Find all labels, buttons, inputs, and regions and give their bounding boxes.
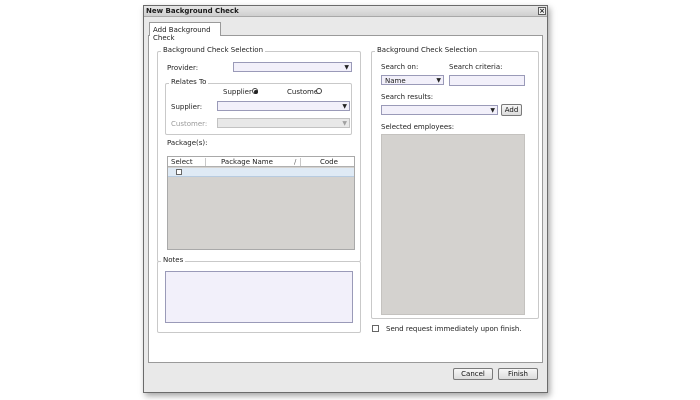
row-select-checkbox[interactable]	[176, 169, 182, 175]
notes-textarea[interactable]	[165, 271, 353, 323]
search-results-dropdown[interactable]: ▼	[381, 105, 498, 115]
chevron-down-icon: ▼	[342, 120, 347, 127]
supplier-option-label: Supplier	[223, 88, 252, 96]
tab-add-background-check[interactable]: Add Background Check	[149, 22, 221, 42]
packages-table: Select Package Name / Code	[167, 156, 355, 250]
supplier-dropdown[interactable]: ▼	[217, 101, 350, 111]
selected-employees-label: Selected employees:	[381, 123, 455, 131]
table-row[interactable]	[168, 168, 354, 177]
relates-to-title: Relates To	[169, 78, 209, 86]
supplier-label: Supplier:	[171, 103, 203, 111]
dialog-window: New Background Check × Add Background Ch…	[143, 5, 548, 393]
column-divider	[300, 158, 301, 166]
search-on-dropdown[interactable]: Name ▼	[381, 75, 444, 85]
chevron-down-icon: ▼	[344, 64, 349, 71]
chevron-down-icon: ▼	[342, 103, 347, 110]
packages-label: Package(s):	[167, 139, 208, 147]
selected-employees-list[interactable]	[381, 134, 525, 315]
search-on-label: Search on:	[381, 63, 419, 71]
customer-dropdown[interactable]: ▼	[217, 118, 350, 128]
search-criteria-label: Search criteria:	[449, 63, 503, 71]
window-title: New Background Check	[146, 7, 239, 15]
cancel-button[interactable]: Cancel	[453, 368, 493, 380]
add-button[interactable]: Add	[501, 104, 522, 116]
title-bar: New Background Check ×	[144, 6, 547, 17]
notes-title: Notes	[161, 256, 186, 264]
provider-label: Provider:	[167, 64, 199, 72]
column-select[interactable]: Select	[171, 158, 193, 166]
supplier-radio[interactable]	[252, 88, 258, 94]
column-divider	[205, 158, 206, 166]
left-group-title: Background Check Selection	[161, 46, 266, 54]
sort-icon: /	[294, 158, 297, 166]
close-icon: ×	[539, 7, 545, 15]
right-group-title: Background Check Selection	[375, 46, 480, 54]
close-button[interactable]: ×	[538, 7, 546, 15]
column-package-name[interactable]: Package Name	[221, 158, 273, 166]
tab-content: Background Check Selection Provider: ▼ R…	[148, 35, 543, 363]
search-criteria-input[interactable]	[449, 75, 525, 86]
finish-button[interactable]: Finish	[498, 368, 538, 380]
column-code[interactable]: Code	[320, 158, 338, 166]
chevron-down-icon: ▼	[436, 77, 441, 84]
send-request-checkbox[interactable]	[372, 325, 379, 332]
customer-label: Customer:	[171, 120, 208, 128]
search-results-label: Search results:	[381, 93, 434, 101]
provider-dropdown[interactable]: ▼	[233, 62, 352, 72]
send-request-label: Send request immediately upon finish.	[386, 325, 522, 333]
chevron-down-icon: ▼	[490, 107, 495, 114]
customer-radio[interactable]	[316, 88, 322, 94]
packages-table-header: Select Package Name / Code	[168, 157, 354, 167]
